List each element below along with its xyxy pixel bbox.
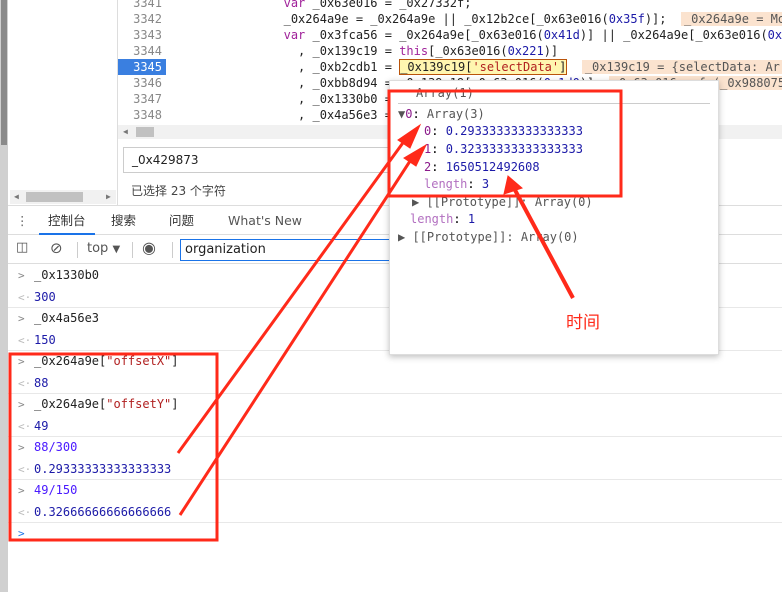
arrow-head-time: [503, 175, 523, 195]
popup-highlight-box: [387, 89, 623, 198]
arrow-line-time: [513, 189, 575, 299]
console-highlight-box: [8, 352, 219, 542]
annotation-overlay: [8, 89, 623, 542]
arrow-line-y: [178, 157, 414, 516]
arrow-line-x: [176, 139, 407, 454]
annotation-label: 时间: [566, 313, 600, 333]
